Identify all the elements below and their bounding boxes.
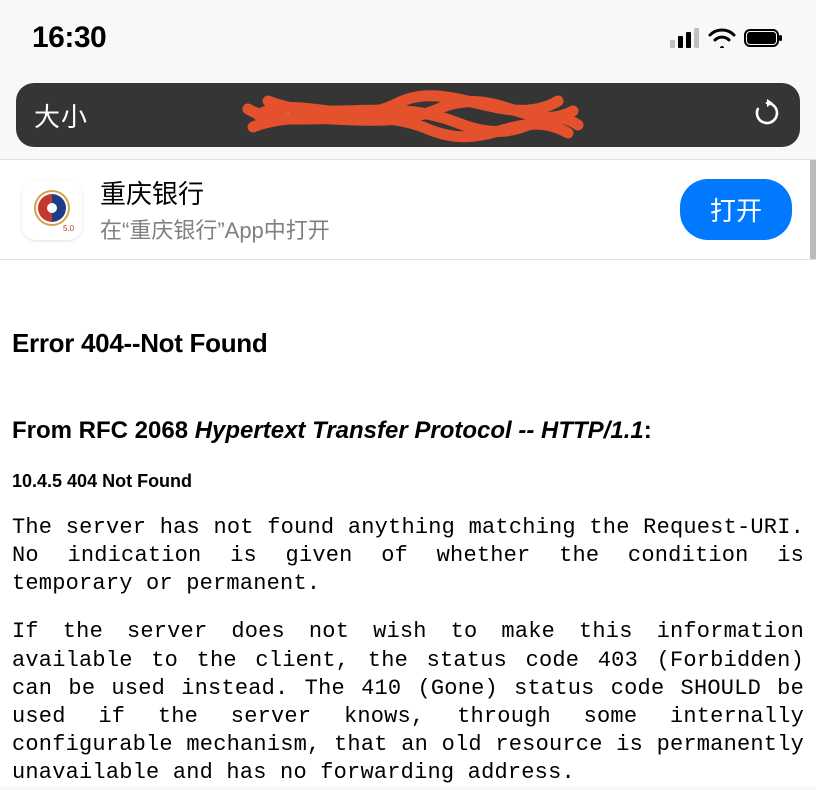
open-app-button[interactable]: 打开 xyxy=(680,179,792,240)
error-title: Error 404--Not Found xyxy=(12,328,804,359)
rfc-prefix: From RFC 2068 xyxy=(12,417,195,444)
error-paragraph-2: If the server does not wish to make this… xyxy=(12,618,804,787)
app-open-banner: 5.0 重庆银行 在“重庆银行”App中打开 打开 xyxy=(0,159,816,260)
rfc-spec-name: Hypertext Transfer Protocol -- HTTP/1.1 xyxy=(195,417,644,444)
reload-button[interactable] xyxy=(752,98,782,133)
address-bar-row: 大小 xyxy=(0,75,816,159)
error-paragraph-1: The server has not found anything matchi… xyxy=(12,514,804,598)
cellular-icon xyxy=(670,28,700,48)
app-subtitle: 在“重庆银行”App中打开 xyxy=(100,213,662,245)
battery-icon xyxy=(744,28,784,48)
error-section: 10.4.5 404 Not Found xyxy=(12,471,804,492)
app-banner-text: 重庆银行 在“重庆银行”App中打开 xyxy=(100,174,662,245)
scrollbar[interactable] xyxy=(810,160,816,259)
rfc-suffix: : xyxy=(644,417,652,444)
app-icon: 5.0 xyxy=(22,180,82,240)
wifi-icon xyxy=(708,28,736,48)
status-icons xyxy=(670,28,784,48)
app-name: 重庆银行 xyxy=(100,174,662,211)
text-size-button[interactable]: 大小 xyxy=(34,97,88,134)
page-content: Error 404--Not Found From RFC 2068 Hyper… xyxy=(0,260,816,787)
svg-text:5.0: 5.0 xyxy=(63,224,75,233)
status-time: 16:30 xyxy=(32,21,106,55)
address-url-area[interactable] xyxy=(228,91,588,139)
status-bar: 16:30 xyxy=(0,0,816,75)
redaction-scribble xyxy=(228,85,588,145)
address-bar[interactable]: 大小 xyxy=(16,83,800,147)
error-rfc-heading: From RFC 2068 Hypertext Transfer Protoco… xyxy=(12,417,804,445)
